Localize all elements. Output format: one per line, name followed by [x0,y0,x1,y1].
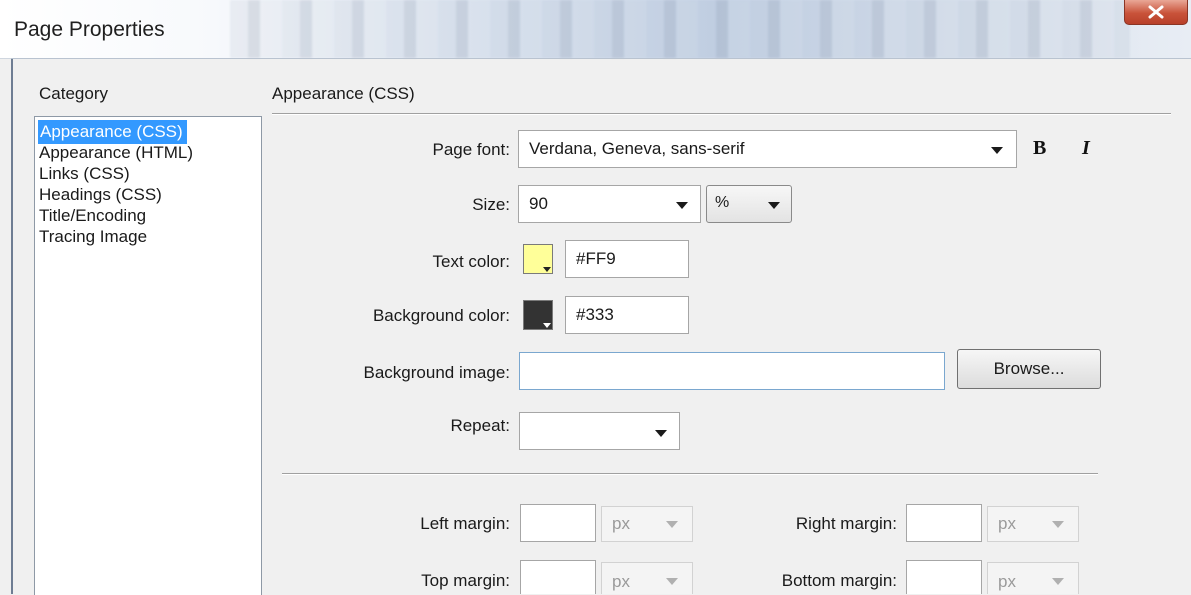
chevron-down-icon [543,323,551,328]
chevron-down-icon [543,267,551,272]
text-color-input[interactable]: #FF9 [565,240,689,278]
top-margin-unit: px [612,572,630,591]
right-margin-unit: px [998,514,1016,533]
page-font-dropdown-icon[interactable] [991,147,1003,154]
right-margin-input[interactable] [906,504,982,542]
browse-button[interactable]: Browse... [957,349,1101,389]
size-unit-dropdown-icon[interactable] [768,202,780,209]
window-frame-left [11,58,13,594]
bottom-margin-label: Bottom margin: [781,571,897,590]
size-select[interactable]: 90 [518,185,701,223]
right-margin-unit-select[interactable]: px [987,506,1079,542]
top-margin-unit-select[interactable]: px [601,562,693,594]
background-image-input[interactable] [519,352,945,390]
size-dropdown-icon[interactable] [676,202,688,209]
repeat-dropdown-icon[interactable] [655,430,667,437]
repeat-label: Repeat: [450,416,510,435]
bold-button[interactable]: B [1033,137,1046,160]
left-margin-unit: px [612,514,630,533]
right-margin-unit-dropdown-icon[interactable] [1052,521,1064,528]
left-margin-unit-select[interactable]: px [601,506,693,542]
bottom-margin-input[interactable] [906,560,982,594]
window-frame-top [11,58,1191,59]
size-label: Size: [472,195,510,214]
bottom-margin-unit-dropdown-icon[interactable] [1052,578,1064,585]
background-image-label: Background image: [363,363,510,382]
background-color-label: Background color: [372,306,510,325]
panel-heading: Appearance (CSS) [272,84,415,103]
title-bar-background [230,0,1130,58]
text-color-value: #FF9 [576,249,616,268]
window-title: Page Properties [14,18,165,41]
title-bar: Page Properties [0,0,1191,59]
close-icon [1148,5,1164,19]
left-margin-unit-dropdown-icon[interactable] [666,521,678,528]
page-font-select[interactable]: Verdana, Geneva, sans-serif [518,130,1017,168]
category-heading: Category [39,84,108,103]
page-font-value: Verdana, Geneva, sans-serif [529,139,745,158]
close-button[interactable] [1124,0,1188,25]
size-value: 90 [529,194,548,213]
left-margin-input[interactable] [520,504,596,542]
italic-button[interactable]: I [1082,137,1090,160]
top-margin-input[interactable] [520,560,596,594]
page-font-label: Page font: [432,140,510,159]
text-color-swatch[interactable] [523,244,553,274]
top-margin-label: Top margin: [421,571,510,590]
background-color-input[interactable]: #333 [565,296,689,334]
heading-divider [272,113,1171,114]
text-color-label: Text color: [432,252,510,271]
margins-divider [282,473,1098,474]
right-margin-label: Right margin: [795,514,897,533]
bottom-margin-unit-select[interactable]: px [987,562,1079,594]
category-list[interactable]: Appearance (CSS) Appearance (HTML) Links… [34,116,262,595]
top-margin-unit-dropdown-icon[interactable] [666,578,678,585]
bottom-margin-unit: px [998,572,1016,591]
size-unit-value: % [715,194,730,211]
background-color-swatch[interactable] [523,300,553,330]
left-margin-label: Left margin: [420,514,510,533]
background-color-value: #333 [576,305,614,324]
category-item-tracing-image[interactable]: Tracing Image [39,225,147,249]
